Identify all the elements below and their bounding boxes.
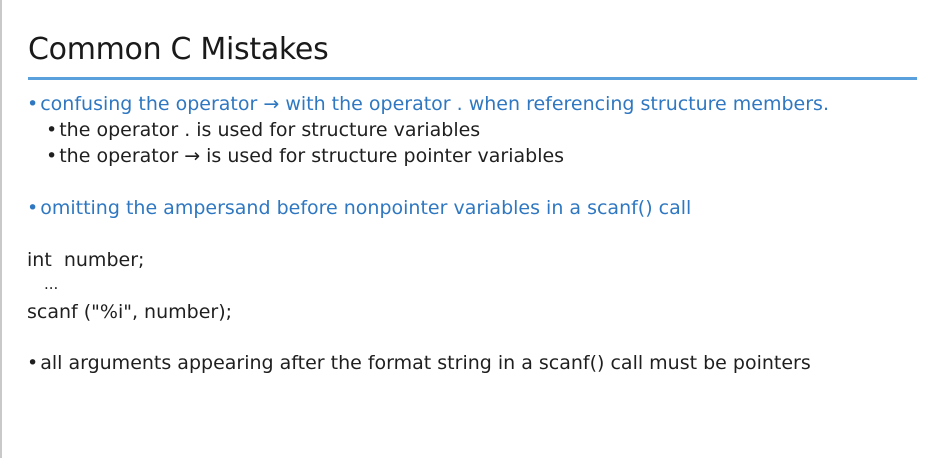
bullet-point-arguments-pointers: • all arguments appearing after the forma… bbox=[27, 350, 811, 376]
code-line-declaration: int number; bbox=[27, 249, 145, 271]
slide-title: Common C Mistakes bbox=[28, 32, 329, 67]
bullet-glyph: • bbox=[27, 352, 39, 374]
bullet-point-omitting-ampersand: • omitting the ampersand before nonpointe… bbox=[27, 195, 691, 221]
bullet-text: confusing the operator → with the operat… bbox=[40, 93, 829, 115]
bullet-text: all arguments appearing after the format… bbox=[40, 352, 811, 374]
bullet-glyph: • bbox=[27, 197, 39, 219]
title-underline bbox=[28, 77, 917, 80]
bullet-text: omitting the ampersand before nonpointer… bbox=[40, 197, 692, 219]
sub-bullet-text: the operator → is used for structure poi… bbox=[59, 145, 565, 167]
bullet-glyph: • bbox=[46, 145, 58, 167]
sub-bullet-structure-variables: • the operator . is used for structure va… bbox=[46, 117, 480, 143]
bullet-point-confusing-operator: • confusing the operator → with the opera… bbox=[27, 91, 829, 117]
bullet-glyph: • bbox=[27, 93, 39, 115]
bullet-glyph: • bbox=[46, 119, 58, 141]
code-line-ellipsis: ... bbox=[44, 275, 59, 293]
left-border bbox=[0, 0, 2, 458]
code-line-scanf-call: scanf ("%i", number); bbox=[27, 301, 233, 323]
sub-bullet-text: the operator . is used for structure var… bbox=[59, 119, 481, 141]
sub-bullet-pointer-variables: • the operator → is used for structure po… bbox=[46, 143, 564, 169]
